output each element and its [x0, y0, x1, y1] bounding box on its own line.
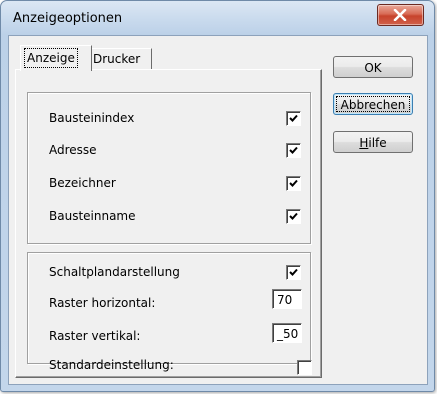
display-options-group: Bausteinindex Adresse Bezeichner Baustei… — [27, 92, 311, 244]
hilfe-button-label: Hilfe — [359, 136, 386, 150]
bezeichner-label: Bezeichner — [49, 176, 116, 190]
ok-button-label: OK — [364, 61, 382, 75]
raster-vertikal-label: Raster vertikal: — [49, 329, 141, 343]
checkmark-icon — [289, 179, 298, 187]
close-icon — [393, 9, 407, 21]
bausteinindex-checkbox[interactable] — [286, 111, 301, 126]
window-title: Anzeigeoptionen — [13, 11, 123, 26]
standardeinstellung-checkbox[interactable] — [297, 360, 312, 375]
close-button[interactable] — [377, 4, 424, 26]
schaltplandarstellung-checkbox[interactable] — [286, 265, 301, 280]
dialog-client-area: Anzeige Drucker Bausteinindex Adresse Be… — [8, 35, 428, 385]
ok-button[interactable]: OK — [333, 56, 413, 78]
checkmark-icon — [289, 114, 298, 122]
tab-drucker[interactable]: Drucker — [91, 48, 152, 70]
standardeinstellung-label: Standardeinstellung: — [49, 358, 174, 372]
adresse-label: Adresse — [49, 143, 97, 157]
abbrechen-button[interactable]: Abbrechen — [333, 93, 413, 115]
raster-vertikal-input[interactable]: _50 — [272, 323, 302, 343]
checkmark-icon — [289, 212, 298, 220]
raster-horizontal-input[interactable]: 70 — [272, 289, 302, 309]
tab-panel-anzeige: Bausteinindex Adresse Bezeichner Baustei… — [15, 69, 322, 378]
dialog-window: Anzeigeoptionen Anzeige Drucker Baustein… — [0, 0, 435, 392]
hilfe-button[interactable]: Hilfe — [333, 131, 413, 153]
bausteinname-checkbox[interactable] — [286, 209, 301, 224]
adresse-checkbox[interactable] — [286, 143, 301, 158]
schaltplandarstellung-label: Schaltplandarstellung — [49, 265, 180, 279]
checkmark-icon — [289, 268, 298, 276]
bausteinname-label: Bausteinname — [49, 209, 136, 223]
hilfe-rest: ilfe — [368, 136, 387, 150]
abbrechen-button-label: Abbrechen — [340, 98, 406, 112]
tab-drucker-label: Drucker — [93, 52, 141, 66]
bausteinindex-label: Bausteinindex — [49, 111, 135, 125]
raster-horizontal-label: Raster horizontal: — [49, 296, 156, 310]
checkmark-icon — [289, 146, 298, 154]
tab-anzeige[interactable]: Anzeige — [20, 45, 92, 71]
schaltplan-options-group: Schaltplandarstellung Raster horizontal:… — [27, 252, 311, 372]
bezeichner-checkbox[interactable] — [286, 176, 301, 191]
tab-anzeige-label: Anzeige — [24, 48, 78, 68]
